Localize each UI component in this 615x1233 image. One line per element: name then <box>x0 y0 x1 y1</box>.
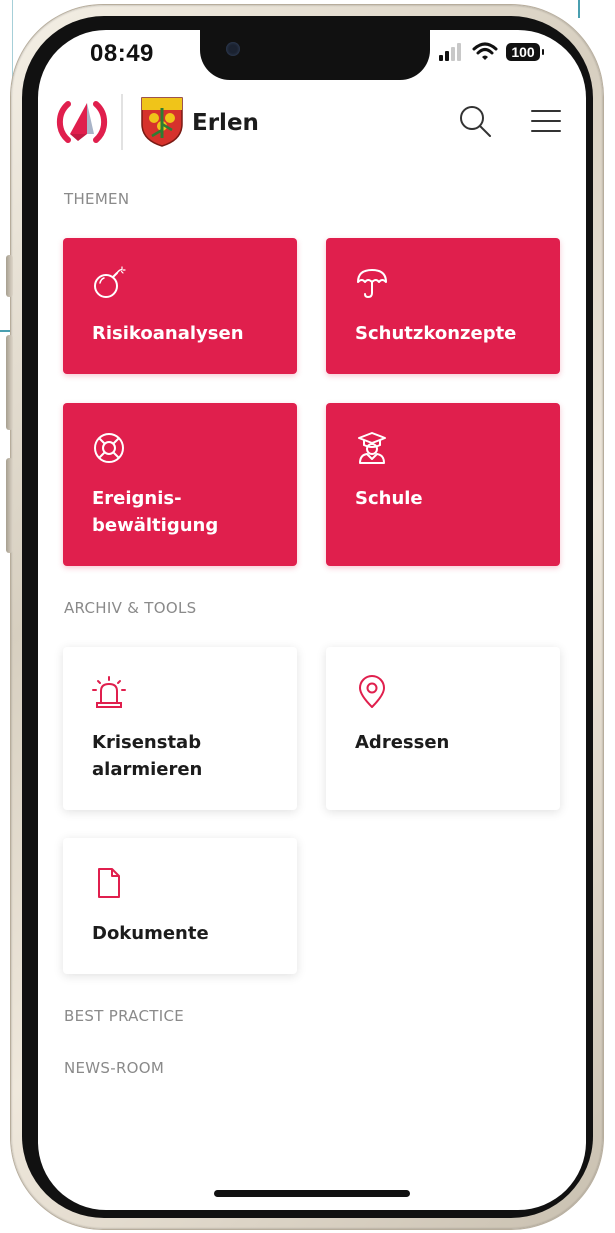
tile-label: Schutzkonzepte <box>355 323 517 344</box>
tile-dokumente[interactable]: Dokumente <box>63 838 297 974</box>
status-time: 08:49 <box>90 40 154 67</box>
phone-volume-down-button <box>6 458 13 553</box>
section-label-archiv-tools: ARCHIV & TOOLS <box>64 599 197 617</box>
tile-label: Dokumente <box>92 923 209 944</box>
location-pin-icon <box>359 675 385 708</box>
tile-ereignisbewaeltigung[interactable]: Ereignis- bewältigung <box>63 403 297 566</box>
section-label-best-practice[interactable]: BEST PRACTICE <box>64 1007 184 1025</box>
tile-risikoanalysen[interactable]: Risikoanalysen <box>63 238 297 374</box>
signal-icon <box>439 43 461 61</box>
phone-screen: 08:49 100 Erlen THEMEN Risikoanalysen Sc… <box>38 30 586 1210</box>
stage: 08:49 100 Erlen THEMEN Risikoanalysen Sc… <box>0 0 615 1233</box>
tile-label: Ereignis- bewältigung <box>92 488 219 536</box>
tile-label: Schule <box>355 488 423 509</box>
section-label-news-room[interactable]: NEWS-ROOM <box>64 1059 164 1077</box>
app-header: Erlen <box>38 90 586 156</box>
header-divider <box>121 94 123 150</box>
graduate-icon <box>358 432 386 464</box>
tile-adressen[interactable]: Adressen <box>326 647 560 810</box>
search-icon[interactable] <box>458 104 492 138</box>
coat-of-arms-icon <box>141 97 183 147</box>
lifebuoy-icon <box>94 433 124 463</box>
status-indicators: 100 <box>438 42 544 62</box>
tile-schule[interactable]: Schule <box>326 403 560 566</box>
battery-icon: 100 <box>506 43 544 61</box>
tile-label: Risikoanalysen <box>92 323 244 344</box>
hamburger-menu-icon[interactable] <box>530 106 562 136</box>
home-indicator[interactable] <box>214 1190 410 1197</box>
tile-schutzkonzepte[interactable]: Schutzkonzepte <box>326 238 560 374</box>
phone-mute-switch <box>6 255 13 297</box>
city-name: Erlen <box>192 110 259 136</box>
umbrella-icon <box>357 269 387 299</box>
background-line <box>578 0 580 18</box>
bomb-icon <box>94 266 126 298</box>
tile-krisenstab-alarmieren[interactable]: Krisenstab alarmieren <box>63 647 297 810</box>
tile-label: Adressen <box>355 732 450 753</box>
siren-icon <box>92 676 126 708</box>
tile-label: Krisenstab alarmieren <box>92 732 203 780</box>
front-camera <box>226 42 240 56</box>
app-logo-icon[interactable] <box>54 94 110 150</box>
document-icon <box>98 868 120 898</box>
section-label-themen: THEMEN <box>64 190 130 208</box>
wifi-icon <box>472 42 498 60</box>
phone-volume-up-button <box>6 335 13 430</box>
notch <box>200 30 430 80</box>
